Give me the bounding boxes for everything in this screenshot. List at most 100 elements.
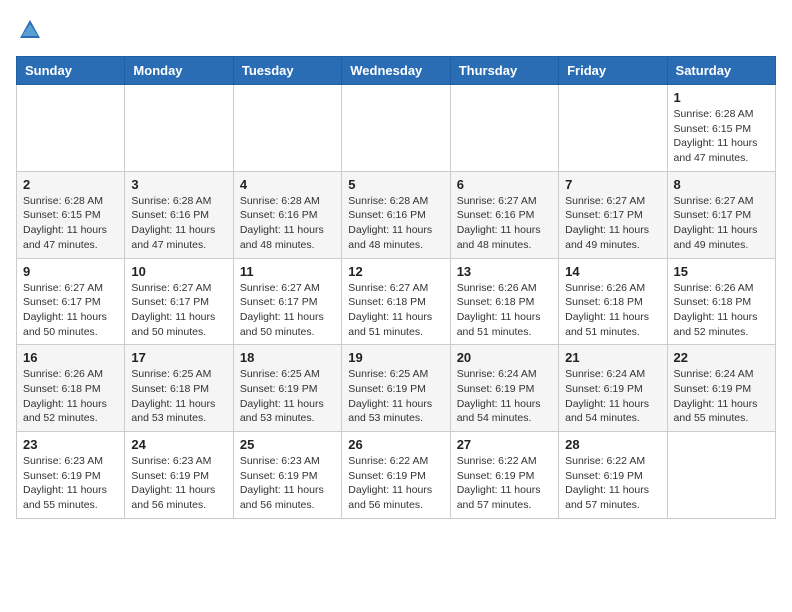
day-info: Sunrise: 6:25 AM Sunset: 6:18 PM Dayligh… xyxy=(131,367,226,426)
day-cell: 17 Sunrise: 6:25 AM Sunset: 6:18 PM Dayli… xyxy=(125,345,233,432)
calendar-body: 1 Sunrise: 6:28 AM Sunset: 6:15 PM Daylig… xyxy=(17,85,776,519)
day-cell: 18 Sunrise: 6:25 AM Sunset: 6:19 PM Dayli… xyxy=(233,345,341,432)
day-number: 11 xyxy=(240,264,335,279)
logo-icon xyxy=(16,16,44,44)
weekday-header-sunday: Sunday xyxy=(17,57,125,85)
day-cell xyxy=(450,85,558,172)
day-cell: 20 Sunrise: 6:24 AM Sunset: 6:19 PM Dayli… xyxy=(450,345,558,432)
day-cell: 25 Sunrise: 6:23 AM Sunset: 6:19 PM Dayli… xyxy=(233,432,341,519)
day-number: 7 xyxy=(565,177,660,192)
day-info: Sunrise: 6:27 AM Sunset: 6:18 PM Dayligh… xyxy=(348,281,443,340)
week-row-1: 1 Sunrise: 6:28 AM Sunset: 6:15 PM Daylig… xyxy=(17,85,776,172)
day-number: 12 xyxy=(348,264,443,279)
day-info: Sunrise: 6:24 AM Sunset: 6:19 PM Dayligh… xyxy=(565,367,660,426)
day-info: Sunrise: 6:28 AM Sunset: 6:15 PM Dayligh… xyxy=(674,107,769,166)
page-header xyxy=(16,16,776,44)
day-info: Sunrise: 6:25 AM Sunset: 6:19 PM Dayligh… xyxy=(348,367,443,426)
day-number: 8 xyxy=(674,177,769,192)
weekday-header-wednesday: Wednesday xyxy=(342,57,450,85)
day-number: 1 xyxy=(674,90,769,105)
day-number: 5 xyxy=(348,177,443,192)
weekday-header-saturday: Saturday xyxy=(667,57,775,85)
day-info: Sunrise: 6:25 AM Sunset: 6:19 PM Dayligh… xyxy=(240,367,335,426)
weekday-header-tuesday: Tuesday xyxy=(233,57,341,85)
day-cell xyxy=(559,85,667,172)
day-number: 17 xyxy=(131,350,226,365)
day-info: Sunrise: 6:22 AM Sunset: 6:19 PM Dayligh… xyxy=(457,454,552,513)
day-cell: 22Sunrise: 6:24 AM Sunset: 6:19 PM Dayli… xyxy=(667,345,775,432)
weekday-header-friday: Friday xyxy=(559,57,667,85)
day-number: 18 xyxy=(240,350,335,365)
day-number: 20 xyxy=(457,350,552,365)
week-row-4: 16 Sunrise: 6:26 AM Sunset: 6:18 PM Dayli… xyxy=(17,345,776,432)
day-cell: 10 Sunrise: 6:27 AM Sunset: 6:17 PM Dayli… xyxy=(125,258,233,345)
day-number: 23 xyxy=(23,437,118,452)
day-info: Sunrise: 6:28 AM Sunset: 6:16 PM Dayligh… xyxy=(131,194,226,253)
day-number: 15 xyxy=(674,264,769,279)
day-info: Sunrise: 6:24 AM Sunset: 6:19 PM Dayligh… xyxy=(457,367,552,426)
day-info: Sunrise: 6:22 AM Sunset: 6:19 PM Dayligh… xyxy=(348,454,443,513)
day-info: Sunrise: 6:27 AM Sunset: 6:17 PM Dayligh… xyxy=(23,281,118,340)
day-cell: 21Sunrise: 6:24 AM Sunset: 6:19 PM Dayli… xyxy=(559,345,667,432)
day-cell: 9 Sunrise: 6:27 AM Sunset: 6:17 PM Daylig… xyxy=(17,258,125,345)
day-cell: 26 Sunrise: 6:22 AM Sunset: 6:19 PM Dayli… xyxy=(342,432,450,519)
day-cell: 2 Sunrise: 6:28 AM Sunset: 6:15 PM Daylig… xyxy=(17,171,125,258)
day-cell xyxy=(125,85,233,172)
weekday-header-thursday: Thursday xyxy=(450,57,558,85)
day-info: Sunrise: 6:26 AM Sunset: 6:18 PM Dayligh… xyxy=(674,281,769,340)
day-cell: 15 Sunrise: 6:26 AM Sunset: 6:18 PM Dayli… xyxy=(667,258,775,345)
day-info: Sunrise: 6:23 AM Sunset: 6:19 PM Dayligh… xyxy=(240,454,335,513)
day-number: 10 xyxy=(131,264,226,279)
day-cell: 13Sunrise: 6:26 AM Sunset: 6:18 PM Dayli… xyxy=(450,258,558,345)
day-cell: 1 Sunrise: 6:28 AM Sunset: 6:15 PM Daylig… xyxy=(667,85,775,172)
day-number: 3 xyxy=(131,177,226,192)
day-info: Sunrise: 6:26 AM Sunset: 6:18 PM Dayligh… xyxy=(457,281,552,340)
weekday-header-monday: Monday xyxy=(125,57,233,85)
week-row-3: 9 Sunrise: 6:27 AM Sunset: 6:17 PM Daylig… xyxy=(17,258,776,345)
day-cell: 11 Sunrise: 6:27 AM Sunset: 6:17 PM Dayli… xyxy=(233,258,341,345)
day-cell: 3 Sunrise: 6:28 AM Sunset: 6:16 PM Daylig… xyxy=(125,171,233,258)
day-info: Sunrise: 6:27 AM Sunset: 6:17 PM Dayligh… xyxy=(131,281,226,340)
day-cell: 4 Sunrise: 6:28 AM Sunset: 6:16 PM Daylig… xyxy=(233,171,341,258)
weekday-header-row: SundayMondayTuesdayWednesdayThursdayFrid… xyxy=(17,57,776,85)
day-cell xyxy=(342,85,450,172)
day-number: 19 xyxy=(348,350,443,365)
day-info: Sunrise: 6:22 AM Sunset: 6:19 PM Dayligh… xyxy=(565,454,660,513)
day-info: Sunrise: 6:28 AM Sunset: 6:16 PM Dayligh… xyxy=(240,194,335,253)
day-info: Sunrise: 6:27 AM Sunset: 6:17 PM Dayligh… xyxy=(565,194,660,253)
day-number: 16 xyxy=(23,350,118,365)
day-cell: 8 Sunrise: 6:27 AM Sunset: 6:17 PM Daylig… xyxy=(667,171,775,258)
day-cell: 19 Sunrise: 6:25 AM Sunset: 6:19 PM Dayli… xyxy=(342,345,450,432)
day-number: 24 xyxy=(131,437,226,452)
day-info: Sunrise: 6:27 AM Sunset: 6:17 PM Dayligh… xyxy=(674,194,769,253)
day-info: Sunrise: 6:26 AM Sunset: 6:18 PM Dayligh… xyxy=(23,367,118,426)
day-info: Sunrise: 6:26 AM Sunset: 6:18 PM Dayligh… xyxy=(565,281,660,340)
day-info: Sunrise: 6:24 AM Sunset: 6:19 PM Dayligh… xyxy=(674,367,769,426)
day-cell: 6 Sunrise: 6:27 AM Sunset: 6:16 PM Daylig… xyxy=(450,171,558,258)
day-cell: 7 Sunrise: 6:27 AM Sunset: 6:17 PM Daylig… xyxy=(559,171,667,258)
week-row-2: 2 Sunrise: 6:28 AM Sunset: 6:15 PM Daylig… xyxy=(17,171,776,258)
day-number: 26 xyxy=(348,437,443,452)
day-info: Sunrise: 6:27 AM Sunset: 6:16 PM Dayligh… xyxy=(457,194,552,253)
day-info: Sunrise: 6:28 AM Sunset: 6:15 PM Dayligh… xyxy=(23,194,118,253)
day-number: 27 xyxy=(457,437,552,452)
calendar-table: SundayMondayTuesdayWednesdayThursdayFrid… xyxy=(16,56,776,519)
day-number: 6 xyxy=(457,177,552,192)
day-number: 4 xyxy=(240,177,335,192)
day-cell: 5Sunrise: 6:28 AM Sunset: 6:16 PM Daylig… xyxy=(342,171,450,258)
day-info: Sunrise: 6:27 AM Sunset: 6:17 PM Dayligh… xyxy=(240,281,335,340)
day-cell: 12 Sunrise: 6:27 AM Sunset: 6:18 PM Dayli… xyxy=(342,258,450,345)
day-info: Sunrise: 6:23 AM Sunset: 6:19 PM Dayligh… xyxy=(23,454,118,513)
day-info: Sunrise: 6:23 AM Sunset: 6:19 PM Dayligh… xyxy=(131,454,226,513)
day-cell: 16 Sunrise: 6:26 AM Sunset: 6:18 PM Dayli… xyxy=(17,345,125,432)
day-number: 9 xyxy=(23,264,118,279)
day-cell: 23 Sunrise: 6:23 AM Sunset: 6:19 PM Dayli… xyxy=(17,432,125,519)
day-number: 14 xyxy=(565,264,660,279)
day-cell xyxy=(233,85,341,172)
day-cell xyxy=(667,432,775,519)
day-number: 2 xyxy=(23,177,118,192)
day-number: 25 xyxy=(240,437,335,452)
day-cell: 24 Sunrise: 6:23 AM Sunset: 6:19 PM Dayli… xyxy=(125,432,233,519)
calendar-header: SundayMondayTuesdayWednesdayThursdayFrid… xyxy=(17,57,776,85)
week-row-5: 23 Sunrise: 6:23 AM Sunset: 6:19 PM Dayli… xyxy=(17,432,776,519)
